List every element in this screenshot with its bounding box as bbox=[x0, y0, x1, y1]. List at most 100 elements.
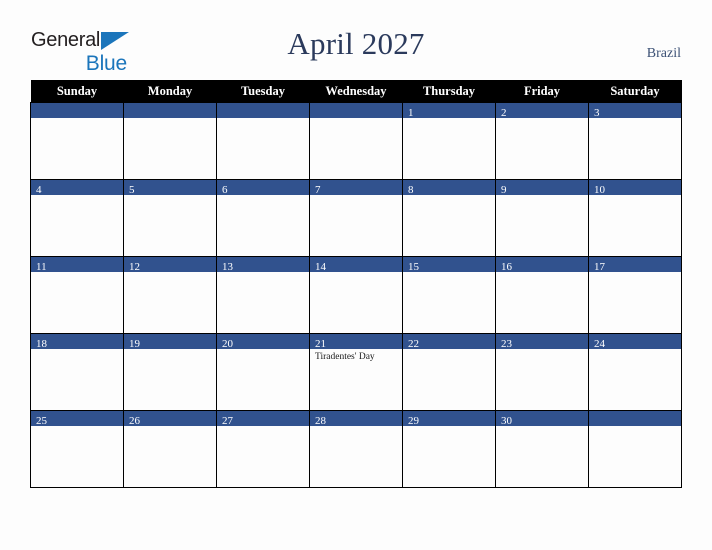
day-cell-content: 23 bbox=[496, 334, 588, 410]
day-cell-content bbox=[589, 411, 681, 487]
calendar-day-cell[interactable]: 15 bbox=[402, 256, 496, 334]
country-label: Brazil bbox=[646, 46, 681, 61]
day-cell-content: 9 bbox=[496, 180, 588, 256]
day-number-bar: 13 bbox=[217, 257, 309, 272]
calendar-day-cell[interactable]: 12 bbox=[123, 256, 217, 334]
weekday-header-sunday: Sunday bbox=[30, 80, 124, 103]
day-cell-content: 28 bbox=[310, 411, 402, 487]
calendar-week-row: 4 5 6 7 8 9 10 bbox=[30, 179, 682, 257]
calendar-day-cell[interactable]: 27 bbox=[216, 410, 310, 488]
calendar-day-cell[interactable]: 23 bbox=[495, 333, 589, 411]
calendar-day-cell[interactable]: 4 bbox=[30, 179, 124, 257]
calendar-day-cell[interactable]: 1 bbox=[402, 102, 496, 180]
day-number: 14 bbox=[315, 261, 326, 272]
weekday-header-friday: Friday bbox=[495, 80, 589, 103]
calendar-body: 1 2 3 4 5 6 7 8 9 10 11 12 13 14 15 16 17 18 19 20 21 Tiraden… bbox=[30, 102, 682, 488]
day-number-bar: 29 bbox=[403, 411, 495, 426]
day-cell-content: 17 bbox=[589, 257, 681, 333]
calendar-day-cell[interactable]: 11 bbox=[30, 256, 124, 334]
calendar-day-cell[interactable]: 21 Tiradentes' Day bbox=[309, 333, 403, 411]
day-events bbox=[31, 118, 123, 121]
calendar-day-cell[interactable]: 25 bbox=[30, 410, 124, 488]
calendar-day-cell[interactable]: 30 bbox=[495, 410, 589, 488]
day-cell-content: 7 bbox=[310, 180, 402, 256]
day-events: Tiradentes' Day bbox=[310, 349, 402, 363]
calendar-day-cell[interactable]: 9 bbox=[495, 179, 589, 257]
day-number: 15 bbox=[408, 261, 419, 272]
calendar-day-cell[interactable]: 10 bbox=[588, 179, 682, 257]
calendar-day-cell[interactable] bbox=[30, 102, 124, 180]
day-number-bar: 4 bbox=[31, 180, 123, 195]
calendar-day-cell[interactable]: 17 bbox=[588, 256, 682, 334]
day-number-bar: 30 bbox=[496, 411, 588, 426]
day-number: 3 bbox=[594, 107, 600, 118]
day-number: 29 bbox=[408, 415, 419, 426]
day-number-bar: 9 bbox=[496, 180, 588, 195]
day-cell-content: 22 bbox=[403, 334, 495, 410]
calendar-day-cell[interactable]: 22 bbox=[402, 333, 496, 411]
day-events bbox=[217, 349, 309, 352]
calendar-day-cell[interactable]: 13 bbox=[216, 256, 310, 334]
day-events bbox=[496, 118, 588, 121]
calendar-day-cell[interactable] bbox=[123, 102, 217, 180]
day-number-bar: 5 bbox=[124, 180, 216, 195]
day-cell-content: 25 bbox=[31, 411, 123, 487]
calendar-day-cell[interactable]: 19 bbox=[123, 333, 217, 411]
day-number: 27 bbox=[222, 415, 233, 426]
day-number: 28 bbox=[315, 415, 326, 426]
day-cell-content: 8 bbox=[403, 180, 495, 256]
calendar-day-cell[interactable]: 6 bbox=[216, 179, 310, 257]
day-cell-content: 20 bbox=[217, 334, 309, 410]
day-cell-content: 30 bbox=[496, 411, 588, 487]
day-number: 7 bbox=[315, 184, 321, 195]
calendar-day-cell[interactable]: 3 bbox=[588, 102, 682, 180]
calendar-day-cell[interactable] bbox=[309, 102, 403, 180]
calendar-day-cell[interactable]: 26 bbox=[123, 410, 217, 488]
calendar-week-row: 1 2 3 bbox=[30, 102, 682, 180]
day-cell-content: 4 bbox=[31, 180, 123, 256]
day-cell-content: 13 bbox=[217, 257, 309, 333]
day-number: 10 bbox=[594, 184, 605, 195]
day-number-bar bbox=[31, 103, 123, 118]
calendar-day-cell[interactable]: 18 bbox=[30, 333, 124, 411]
day-cell-content bbox=[310, 103, 402, 179]
calendar-day-cell[interactable]: 16 bbox=[495, 256, 589, 334]
calendar-day-cell[interactable]: 5 bbox=[123, 179, 217, 257]
calendar-day-cell[interactable]: 2 bbox=[495, 102, 589, 180]
day-cell-content: 12 bbox=[124, 257, 216, 333]
day-events bbox=[124, 426, 216, 429]
calendar-day-cell[interactable]: 29 bbox=[402, 410, 496, 488]
day-events bbox=[403, 118, 495, 121]
day-cell-content: 27 bbox=[217, 411, 309, 487]
calendar-day-cell[interactable]: 24 bbox=[588, 333, 682, 411]
day-events bbox=[403, 426, 495, 429]
day-cell-content: 14 bbox=[310, 257, 402, 333]
day-events bbox=[310, 272, 402, 275]
calendar-day-cell[interactable]: 20 bbox=[216, 333, 310, 411]
day-number-bar bbox=[310, 103, 402, 118]
calendar-day-cell[interactable]: 7 bbox=[309, 179, 403, 257]
calendar-day-cell[interactable]: 28 bbox=[309, 410, 403, 488]
day-events bbox=[496, 426, 588, 429]
day-events bbox=[496, 272, 588, 275]
page-header: General Blue April 2027 Brazil bbox=[0, 0, 712, 80]
day-number: 26 bbox=[129, 415, 140, 426]
day-events bbox=[124, 272, 216, 275]
day-events bbox=[31, 426, 123, 429]
day-events bbox=[124, 195, 216, 198]
day-events bbox=[496, 195, 588, 198]
calendar-day-cell[interactable] bbox=[216, 102, 310, 180]
day-number: 9 bbox=[501, 184, 507, 195]
day-cell-content: 6 bbox=[217, 180, 309, 256]
day-number: 4 bbox=[36, 184, 42, 195]
calendar-day-cell[interactable]: 8 bbox=[402, 179, 496, 257]
calendar-day-cell[interactable]: 14 bbox=[309, 256, 403, 334]
day-events bbox=[589, 272, 681, 275]
calendar-week-row: 11 12 13 14 15 16 17 bbox=[30, 256, 682, 334]
calendar-day-cell[interactable] bbox=[588, 410, 682, 488]
day-events bbox=[589, 195, 681, 198]
day-number: 24 bbox=[594, 338, 605, 349]
day-cell-content: 10 bbox=[589, 180, 681, 256]
day-cell-content: 11 bbox=[31, 257, 123, 333]
day-events bbox=[31, 272, 123, 275]
